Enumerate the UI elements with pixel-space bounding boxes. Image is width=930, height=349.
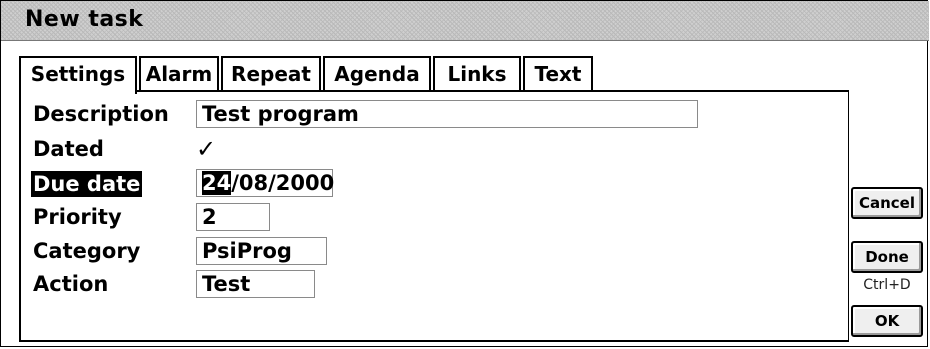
done-button[interactable]: Done xyxy=(851,241,923,273)
action-input[interactable]: Test xyxy=(196,270,315,298)
due-date-label: Due date xyxy=(31,171,143,197)
due-date-input[interactable]: 24/08/2000 xyxy=(196,169,335,197)
tab-text[interactable]: Text xyxy=(523,56,593,90)
tab-alarm[interactable]: Alarm xyxy=(139,56,219,90)
title-bar[interactable]: New task xyxy=(1,1,929,41)
tab-agenda[interactable]: Agenda xyxy=(323,56,431,90)
cancel-button[interactable]: Cancel xyxy=(851,187,923,219)
category-input[interactable]: PsiProg xyxy=(196,237,327,265)
tab-settings[interactable]: Settings xyxy=(19,56,137,94)
description-label: Description xyxy=(33,102,169,126)
due-date-rest: /08/2000 xyxy=(231,171,335,195)
window-title: New task xyxy=(25,7,144,32)
action-label: Action xyxy=(33,272,109,296)
priority-input[interactable]: 2 xyxy=(196,203,270,231)
done-shortcut-hint: Ctrl+D xyxy=(863,277,911,293)
category-label: Category xyxy=(33,239,141,263)
description-input[interactable]: Test program xyxy=(196,100,698,128)
dated-checkbox[interactable]: ✓ xyxy=(196,135,216,163)
tab-links[interactable]: Links xyxy=(433,56,521,90)
ok-button[interactable]: OK xyxy=(851,305,923,337)
new-task-dialog: New task Settings Alarm Repeat Agenda Li… xyxy=(0,0,929,347)
due-date-day-selection: 24 xyxy=(202,171,232,195)
tab-repeat[interactable]: Repeat xyxy=(221,56,321,90)
priority-label: Priority xyxy=(33,205,122,229)
dated-label: Dated xyxy=(33,137,104,161)
